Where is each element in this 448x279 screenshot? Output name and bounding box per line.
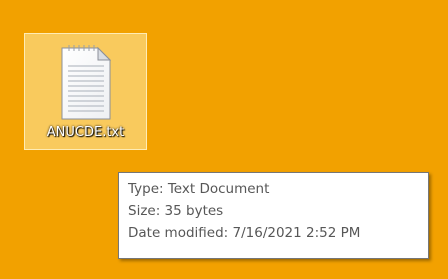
tooltip-type: Type: Text Document (128, 181, 270, 197)
text-document-icon (61, 45, 111, 120)
desktop-background[interactable]: ANUCDE.txt Type: Text Document Size: 35 … (0, 0, 448, 279)
desktop-file-anucde[interactable]: ANUCDE.txt (24, 33, 147, 150)
tooltip-size: Size: 35 bytes (128, 203, 224, 219)
desktop-file-label: ANUCDE.txt (46, 125, 125, 140)
file-info-tooltip: Type: Text Document Size: 35 bytes Date … (118, 172, 429, 259)
tooltip-date-modified: Date modified: 7/16/2021 2:52 PM (128, 225, 361, 241)
